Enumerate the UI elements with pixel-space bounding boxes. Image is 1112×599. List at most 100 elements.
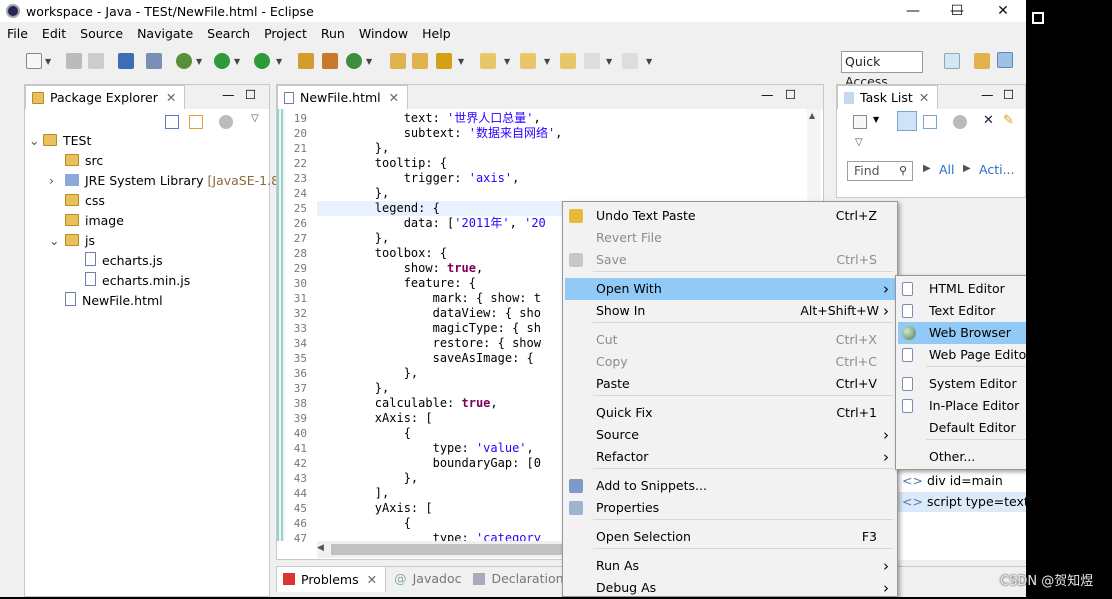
- maximize-button[interactable]: ☐: [934, 0, 980, 22]
- tab-problems[interactable]: Problems ✕: [276, 565, 387, 592]
- expand-icon[interactable]: ⌄: [49, 231, 65, 251]
- save-all-icon[interactable]: [88, 53, 104, 69]
- menu-project[interactable]: Project: [257, 24, 314, 44]
- close-tab-icon[interactable]: ✕: [389, 90, 399, 105]
- context-menu-item-run-as[interactable]: Run As ›: [565, 555, 895, 577]
- context-menu-item-show-in[interactable]: Show In Alt+Shift+W ›: [565, 300, 895, 322]
- context-menu-item-open-selection[interactable]: Open Selection F3: [565, 526, 895, 548]
- tab-declaration[interactable]: Declaration: [491, 571, 563, 586]
- view-menu-icon[interactable]: ▽: [855, 137, 863, 148]
- code-text[interactable]: text: '世界人口总量', subtext: '数据来自网络', }, to…: [317, 111, 563, 546]
- tree-item-css[interactable]: css: [65, 191, 105, 211]
- minimize-view-icon[interactable]: —: [761, 87, 774, 102]
- new-task-icon[interactable]: [853, 115, 867, 129]
- toggle-breakpoint-icon[interactable]: [146, 53, 162, 69]
- open-type-icon[interactable]: [390, 53, 406, 69]
- expand-icon[interactable]: ⌄: [29, 131, 43, 151]
- view-menu-icon[interactable]: [219, 115, 233, 129]
- categorized-icon[interactable]: [897, 111, 917, 131]
- maximize-view-icon[interactable]: ☐: [1003, 87, 1014, 102]
- context-menu-item-open-with[interactable]: Open With ›: [565, 278, 895, 300]
- collapse-icon[interactable]: ✕: [983, 113, 994, 128]
- minimize-view-icon[interactable]: —: [981, 87, 994, 102]
- forward-icon[interactable]: [622, 53, 638, 69]
- java-perspective-icon[interactable]: [997, 52, 1013, 68]
- maximize-view-icon[interactable]: ☐: [785, 87, 796, 102]
- back-icon[interactable]: [584, 53, 600, 69]
- context-menu-item-paste[interactable]: Paste Ctrl+V: [565, 373, 895, 395]
- menu-run[interactable]: Run: [314, 24, 352, 44]
- close-tab-icon[interactable]: ✕: [919, 90, 929, 105]
- debug-icon[interactable]: [176, 53, 192, 69]
- tree-item-jre[interactable]: › JRE System Library [JavaSE-1.8]: [49, 171, 284, 191]
- tree-item-echarts-js[interactable]: echarts.js: [85, 251, 163, 271]
- task-list-tab[interactable]: Task List ✕: [837, 85, 939, 109]
- new-package-icon[interactable]: [322, 53, 338, 69]
- new-java-project-icon[interactable]: [298, 53, 314, 69]
- new-class-icon[interactable]: [346, 53, 362, 69]
- link-with-editor-icon[interactable]: [189, 115, 203, 129]
- menu-edit[interactable]: Edit: [35, 24, 73, 44]
- outline-item-script[interactable]: <> script type=text/j: [898, 492, 1026, 512]
- sync-icon[interactable]: ✎: [1003, 113, 1014, 128]
- all-link[interactable]: All: [939, 162, 955, 177]
- last-edit-icon[interactable]: [560, 53, 576, 69]
- maximize-view-icon[interactable]: ☐: [245, 87, 256, 102]
- prev-annotation-icon[interactable]: [520, 53, 536, 69]
- run-icon[interactable]: [214, 53, 230, 69]
- tab-javadoc[interactable]: Javadoc: [413, 571, 462, 586]
- chevron-down-icon[interactable]: ▼: [873, 115, 879, 124]
- run-external-icon[interactable]: [254, 53, 270, 69]
- context-menu-item-copy[interactable]: Copy Ctrl+C: [565, 351, 895, 373]
- search-icon[interactable]: ⚲: [899, 162, 907, 180]
- close-button[interactable]: ✕: [980, 0, 1026, 22]
- context-menu-item-source[interactable]: Source ›: [565, 424, 895, 446]
- next-annotation-icon[interactable]: [480, 53, 496, 69]
- menu-navigate[interactable]: Navigate: [130, 24, 200, 44]
- scheduled-icon[interactable]: [923, 115, 937, 129]
- close-tab-icon[interactable]: ✕: [367, 572, 377, 587]
- java-ee-perspective-icon[interactable]: [974, 53, 990, 69]
- menu-help[interactable]: Help: [415, 24, 458, 44]
- search-pen-icon[interactable]: [436, 53, 452, 69]
- collapse-all-icon[interactable]: [165, 115, 179, 129]
- close-tab-icon[interactable]: ✕: [166, 90, 176, 105]
- context-menu-item-quick-fix[interactable]: Quick Fix Ctrl+1: [565, 402, 895, 424]
- context-menu-item-revert-file[interactable]: Revert File: [565, 227, 895, 249]
- context-menu-item-refactor[interactable]: Refactor ›: [565, 446, 895, 468]
- outline-item-div[interactable]: <> div id=main: [902, 473, 1003, 488]
- tree-item-project[interactable]: ⌄ TESt: [29, 131, 91, 151]
- menu-source[interactable]: Source: [73, 24, 130, 44]
- context-menu-item-add-to-snippets[interactable]: Add to Snippets...: [565, 475, 895, 497]
- open-perspective-icon[interactable]: [944, 53, 960, 69]
- minimize-button-2[interactable]: —: [890, 0, 936, 22]
- menu-window[interactable]: Window: [352, 24, 415, 44]
- terminal-icon[interactable]: [118, 53, 134, 69]
- tree-item-image[interactable]: image: [65, 211, 124, 231]
- save-icon[interactable]: [66, 53, 82, 69]
- chevron-right-icon[interactable]: ›: [49, 171, 65, 191]
- minimize-view-icon[interactable]: —: [222, 87, 235, 102]
- editor-tab-newfile[interactable]: NewFile.html ✕: [277, 85, 409, 109]
- menu-search[interactable]: Search: [200, 24, 257, 44]
- scroll-thumb[interactable]: [331, 544, 571, 555]
- menu-file[interactable]: File: [0, 24, 35, 44]
- package-explorer-tab[interactable]: Package Explorer ✕: [25, 85, 186, 109]
- activate-link[interactable]: Acti...: [979, 162, 1015, 177]
- side-panel-icon[interactable]: [1032, 12, 1044, 24]
- find-input[interactable]: Find ⚲: [847, 161, 913, 181]
- context-menu-item-properties[interactable]: Properties: [565, 497, 895, 519]
- chevron-down-icon[interactable]: ▽: [251, 113, 259, 124]
- focus-icon[interactable]: [953, 115, 967, 129]
- tree-item-newfile-html[interactable]: NewFile.html: [65, 291, 163, 311]
- open-folder-icon[interactable]: [412, 53, 428, 69]
- new-icon[interactable]: [26, 53, 42, 69]
- tree-item-echarts-min-js[interactable]: echarts.min.js: [85, 271, 190, 291]
- context-menu-item-undo-text-paste[interactable]: Undo Text Paste Ctrl+Z: [565, 205, 895, 227]
- quick-access-field[interactable]: Quick Access: [841, 51, 923, 89]
- context-menu-item-debug-as[interactable]: Debug As ›: [565, 577, 895, 599]
- tree-item-js[interactable]: ⌄ js: [49, 231, 95, 251]
- tree-item-src[interactable]: src: [65, 151, 103, 171]
- context-menu-item-cut[interactable]: Cut Ctrl+X: [565, 329, 895, 351]
- context-menu-item-save[interactable]: Save Ctrl+S: [565, 249, 895, 271]
